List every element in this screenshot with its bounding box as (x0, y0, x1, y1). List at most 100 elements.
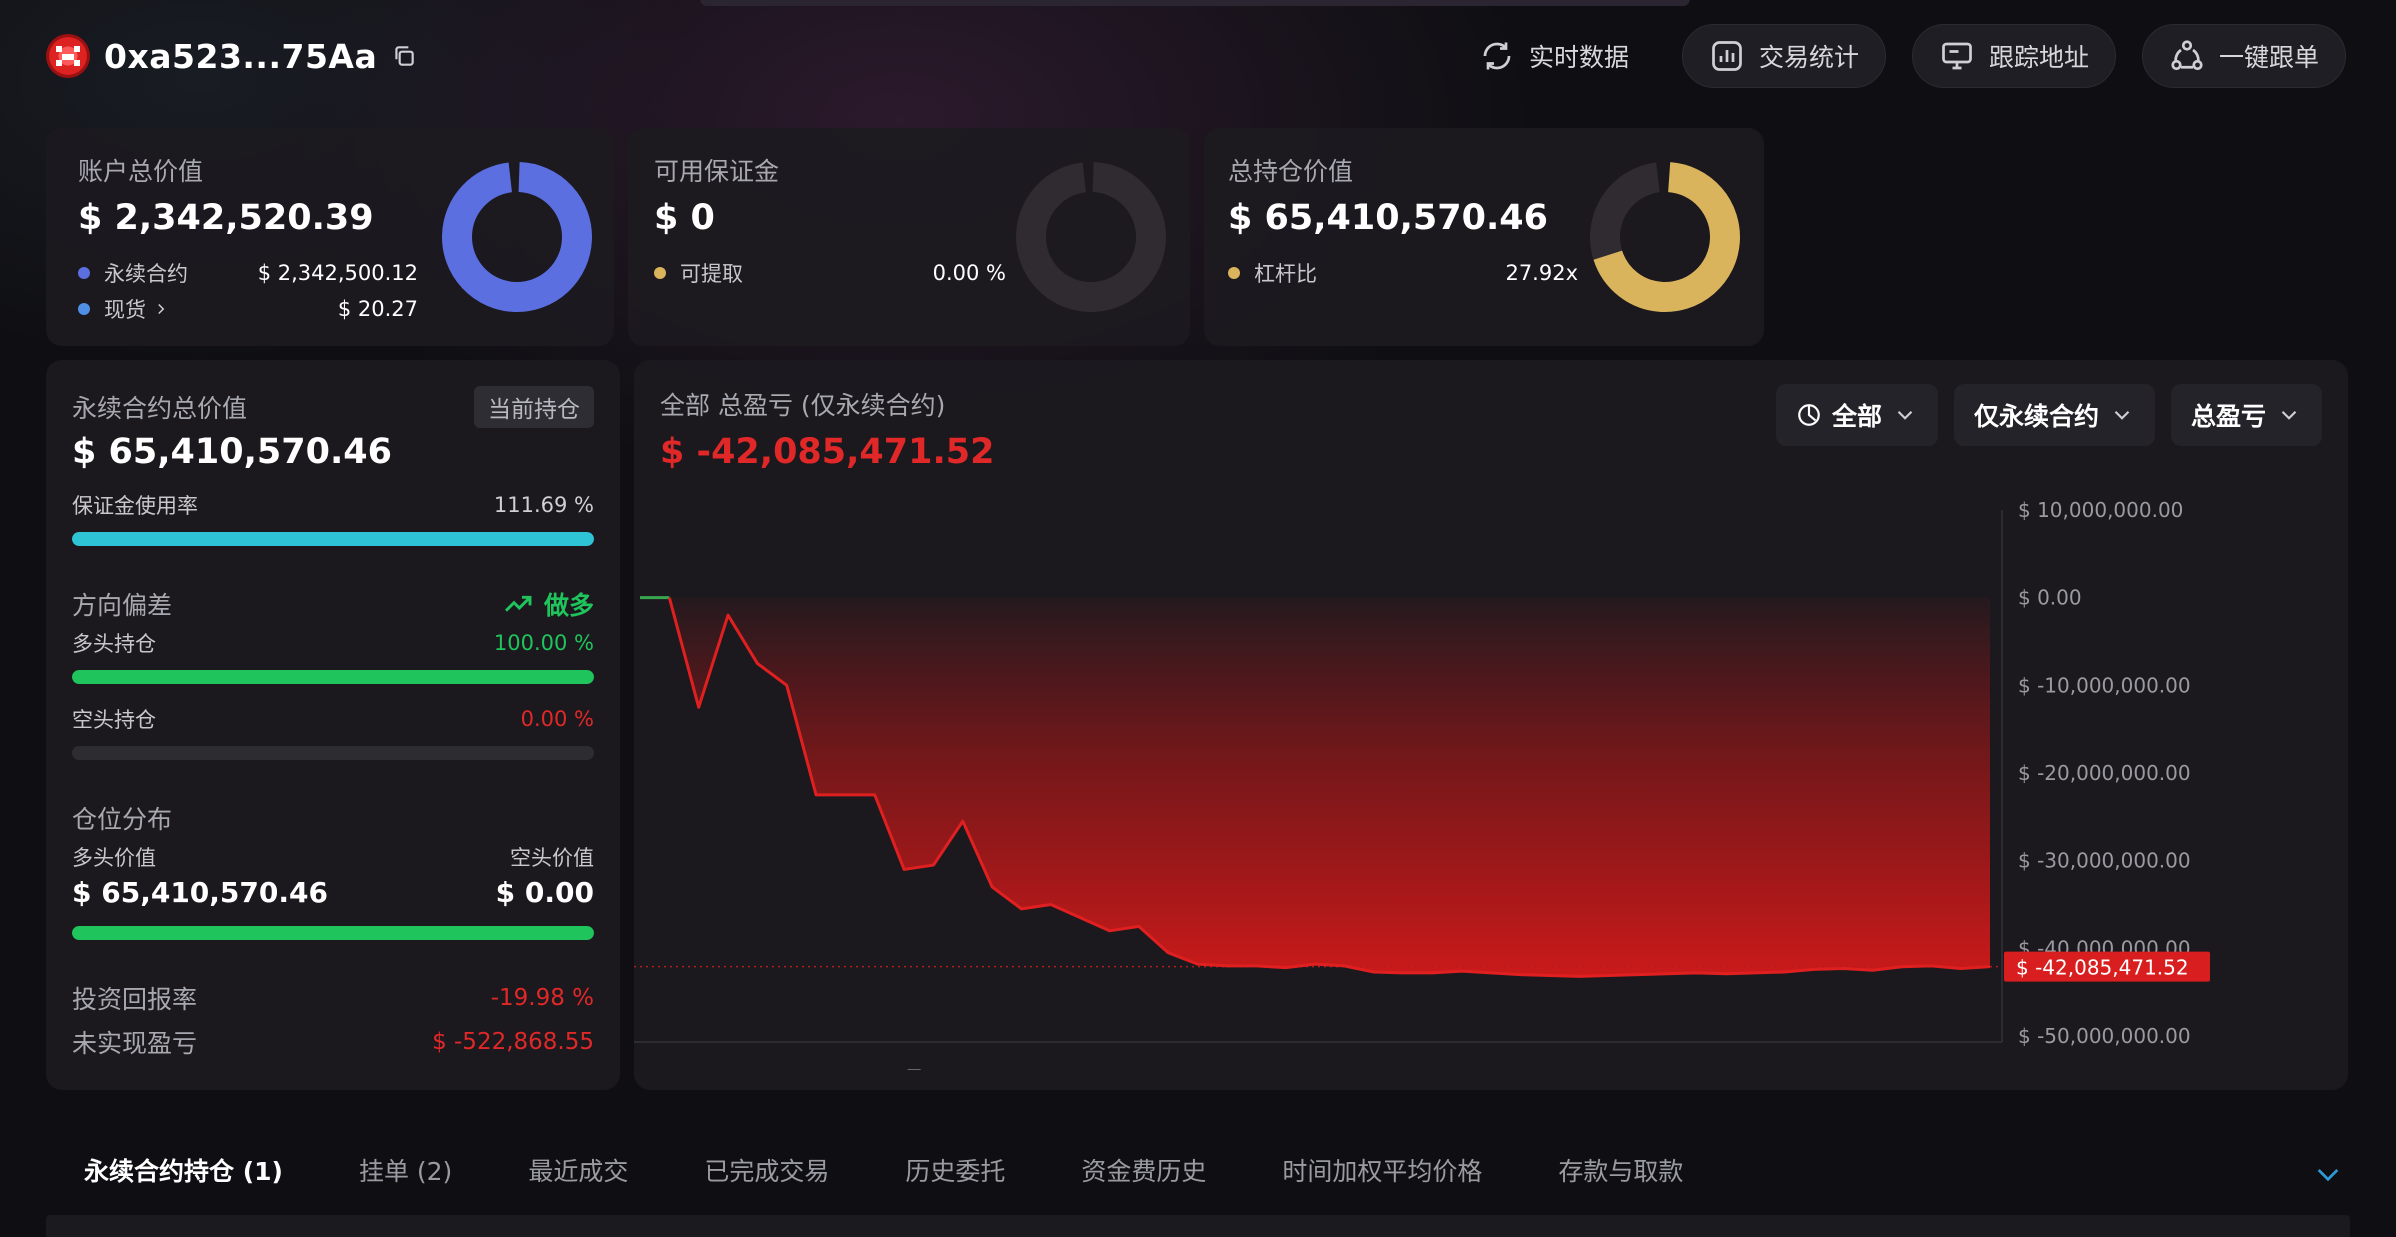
metric-label: 总盈亏 (2190, 402, 2266, 431)
chevron-down-icon (1897, 410, 1913, 420)
x-tick-label: 9月 (890, 1067, 924, 1070)
tab-2[interactable]: 最近成交 (528, 1152, 628, 1188)
perp-summary-card: 永续合约总价值 当前持仓 $ 65,410,570.46 保证金使用率 111.… (46, 360, 620, 1090)
leverage-label: 杠杆比 (1254, 262, 1317, 286)
withdrawable-dot (654, 267, 666, 279)
direction-label: 方向偏差 (72, 591, 173, 620)
x-tick-label: 24日 (1948, 1067, 1993, 1070)
account-value: $ 2,342,520.39 (78, 198, 374, 238)
position-value-card: 总持仓价值 $ 65,410,570.46 杠杆比 27.92x (1204, 128, 1764, 346)
realtime-data-button[interactable]: 实时数据 (1452, 24, 1656, 88)
spot-dot (78, 303, 90, 315)
x-tick-label: 22日 (1786, 1067, 1831, 1070)
distribution-bar (72, 926, 594, 940)
y-tick-label: $ 10,000,000.00 (2018, 498, 2183, 522)
wallet-address: 0xa523...75Aa (104, 36, 378, 76)
trade-stats-button[interactable]: 交易统计 (1681, 24, 1886, 88)
long-position-bar (72, 670, 594, 684)
long-position-fill (72, 670, 594, 684)
short-value-label: 空头价值 (510, 846, 594, 870)
account-value-card: 账户总价值 $ 2,342,520.39 永续合约 $ 2,342,500.12… (46, 128, 614, 346)
margin-usage-bar (72, 532, 594, 546)
unrealized-pnl-value: $ -522,868.55 (432, 1029, 594, 1055)
withdrawable-label: 可提取 (680, 262, 743, 286)
top-panel-edge (700, 0, 1690, 6)
roi-label: 投资回报率 (72, 985, 198, 1014)
unrealized-pnl-label: 未实现盈亏 (72, 1029, 198, 1058)
account-donut-chart (442, 162, 592, 312)
monitor-icon (1942, 42, 1972, 70)
tab-3[interactable]: 已完成交易 (704, 1152, 829, 1188)
distribution-fill (72, 926, 594, 940)
position-value: $ 65,410,570.46 (1228, 198, 1548, 238)
perp-row: 永续合约 $ 2,342,500.12 (78, 258, 418, 288)
spot-label: 现货 (104, 298, 146, 322)
chevron-right-icon (158, 303, 165, 315)
tab-5[interactable]: 资金费历史 (1081, 1152, 1206, 1188)
realtime-data-label: 实时数据 (1528, 43, 1629, 72)
leverage-row: 杠杆比 27.92x (1228, 258, 1578, 288)
copy-trade-label: 一键跟单 (2218, 43, 2319, 72)
positions-tabs: 永续合约持仓 (1) 挂单 (2) 最近成交 已完成交易 历史委托 资金费历史 时间加权平均… (84, 1152, 1759, 1188)
metric-dropdown[interactable]: 总盈亏 (2170, 384, 2322, 446)
y-tick-label: $ 0.00 (2018, 586, 2082, 610)
y-tick-label: $ -50,000,000.00 (2018, 1024, 2191, 1048)
copy-trade-button[interactable]: 一键跟单 (2141, 24, 2346, 88)
margin-usage-fill (72, 532, 594, 546)
position-title: 总持仓价值 (1228, 157, 1354, 186)
current-position-badge[interactable]: 当前持仓 (474, 386, 594, 428)
pnl-area-chart: $ 10,000,000.00 $ 0.00 $ -10,000,000.00 $ -… (634, 498, 2210, 1070)
spot-value: $ 20.27 (337, 297, 418, 321)
market-filter-dropdown[interactable]: 仅永续合约 (1953, 384, 2155, 446)
current-value-tag-label: $ -42,085,471.52 (2016, 956, 2189, 980)
y-tick-label: $ -20,000,000.00 (2018, 761, 2191, 785)
x-tick-label: 13日 (1214, 1067, 1259, 1070)
x-tick-label: 7日 (1054, 1067, 1087, 1070)
position-donut-chart (1590, 162, 1740, 312)
pnl-total-value: $ -42,085,471.52 (660, 432, 995, 472)
margin-value: $ 0 (654, 198, 715, 238)
tab-7[interactable]: 存款与取款 (1558, 1152, 1683, 1188)
track-address-label: 跟踪地址 (1988, 43, 2089, 72)
short-position-label: 空头持仓 (72, 708, 156, 732)
account-value-title: 账户总价值 (78, 157, 204, 186)
track-address-button[interactable]: 跟踪地址 (1911, 24, 2116, 88)
refresh-icon (1483, 42, 1511, 70)
perp-summary-title: 永续合约总价值 (72, 394, 248, 423)
header-actions: 实时数据 交易统计 跟踪地址 一键跟单 (1452, 24, 2346, 88)
chevron-down-icon[interactable] (2312, 1158, 2344, 1190)
time-range-label: 全部 (1831, 402, 1882, 431)
spot-row[interactable]: 现货 $ 20.27 (78, 294, 418, 324)
direction-value: 做多 (543, 591, 594, 620)
pnl-chart-title: 全部 总盈亏 (仅永续合约) (660, 391, 946, 420)
y-tick-label: $ -30,000,000.00 (2018, 849, 2191, 873)
stats-icon (1712, 41, 1742, 71)
copy-icon[interactable] (391, 43, 417, 69)
margin-donut-chart (1016, 162, 1166, 312)
short-position-bar (72, 746, 594, 760)
tab-4[interactable]: 历史委托 (905, 1152, 1005, 1188)
tab-1[interactable]: 挂单 (2) (359, 1152, 452, 1188)
perp-value: $ 2,342,500.12 (257, 261, 418, 285)
leverage-value: 27.92x (1505, 261, 1578, 285)
long-position-value: 100.00 % (493, 631, 594, 655)
clock-icon (1798, 404, 1820, 426)
tab-6[interactable]: 时间加权平均价格 (1282, 1152, 1482, 1188)
short-position-value: 0.00 % (520, 707, 594, 731)
x-tick-label: 21日 (634, 1067, 679, 1070)
market-filter-label: 仅永续合约 (1973, 402, 2099, 431)
tab-0[interactable]: 永续合约持仓 (1) (84, 1152, 283, 1188)
avatar (46, 34, 90, 78)
x-tick-label: 19日 (1568, 1067, 1613, 1070)
margin-usage-value: 111.69 % (493, 493, 594, 517)
table-panel-edge (46, 1215, 2350, 1237)
trade-stats-label: 交易统计 (1758, 43, 1859, 72)
time-range-dropdown[interactable]: 全部 (1775, 384, 1938, 446)
short-amount: $ 0.00 (495, 876, 594, 909)
margin-title: 可用保证金 (654, 157, 780, 186)
y-tick-label: $ -10,000,000.00 (2018, 673, 2191, 697)
leverage-dot (1228, 267, 1240, 279)
perp-summary-value: $ 65,410,570.46 (72, 432, 392, 472)
long-position-label: 多头持仓 (72, 632, 156, 656)
long-value-label: 多头价值 (72, 846, 156, 870)
